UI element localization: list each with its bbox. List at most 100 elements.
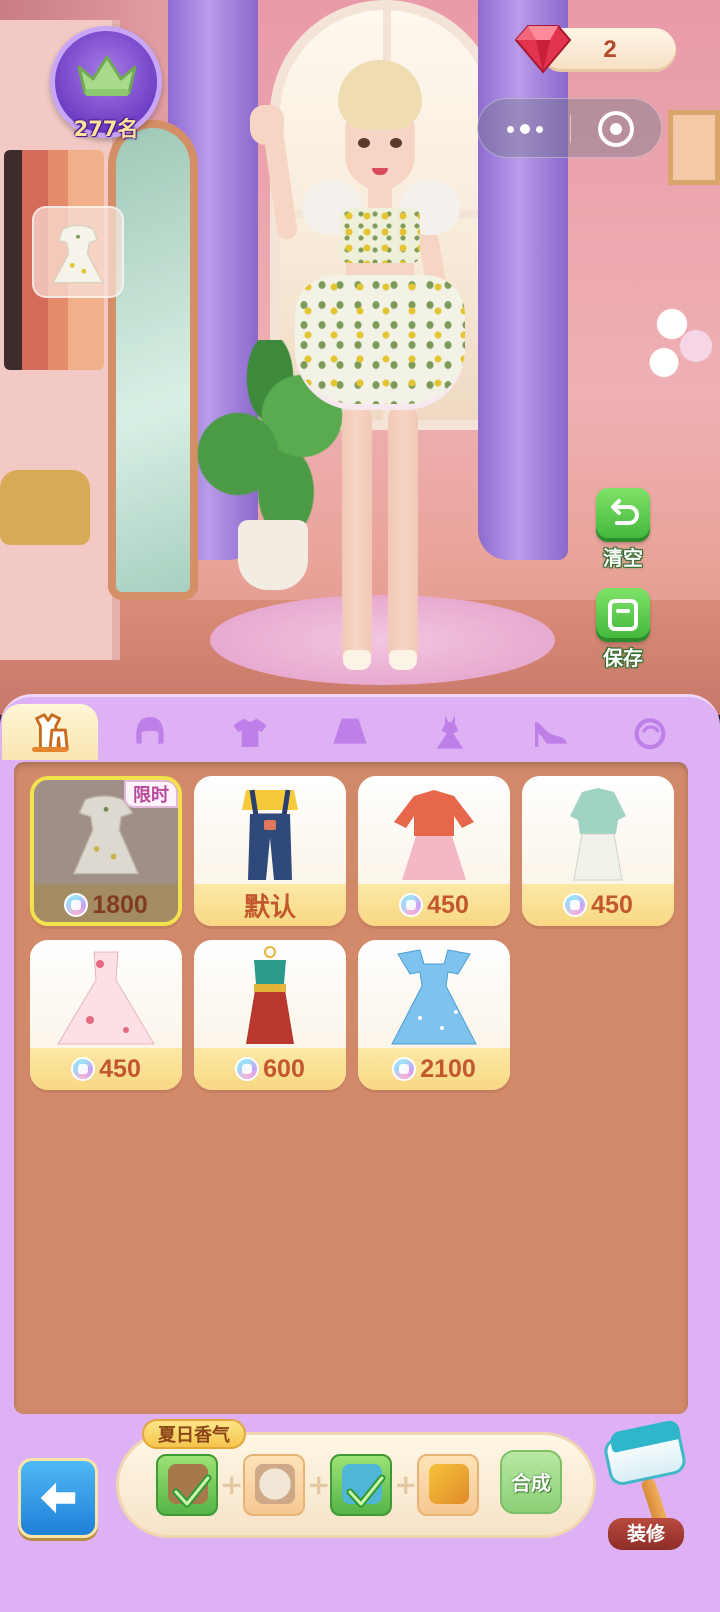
clear-button[interactable] — [596, 488, 650, 542]
hair-icon — [136, 717, 164, 744]
current-outfit-thumbnail[interactable] — [32, 206, 124, 298]
mirror — [108, 120, 198, 600]
coin-icon — [64, 893, 89, 917]
plus-icon: + — [394, 1468, 418, 1501]
craft-button[interactable]: 合成 — [500, 1450, 562, 1514]
gem-count: 2 — [603, 36, 617, 63]
item-image — [522, 776, 674, 884]
red-jacket-dress-image — [394, 790, 474, 880]
item-card-5[interactable]: 450 — [30, 940, 182, 1090]
dress-icon — [436, 715, 464, 749]
pink-gown-image — [57, 951, 155, 1045]
price-bar: 450 — [358, 884, 510, 926]
price-bar: 600 — [194, 1048, 346, 1090]
item-price: 1800 — [92, 890, 148, 919]
save-button[interactable] — [596, 588, 650, 642]
outfit-icon — [35, 713, 69, 751]
item-card-3[interactable]: 450 — [358, 776, 510, 926]
item-card-4[interactable]: 450 — [522, 776, 674, 926]
item-card-7[interactable]: 2100 — [358, 940, 510, 1090]
character-shoe-left — [343, 650, 371, 670]
character-leg-left — [342, 405, 372, 660]
craft-set-title: 夏日香气 — [142, 1419, 246, 1449]
coin-icon — [71, 1057, 96, 1081]
character-eye-right — [390, 138, 402, 148]
mini-program-capsule — [477, 98, 662, 158]
decorate-label[interactable]: 装修 — [608, 1518, 684, 1550]
more-dots-icon[interactable] — [500, 119, 550, 139]
back-button[interactable] — [18, 1458, 98, 1538]
heels-icon — [535, 722, 567, 747]
item-card-2[interactable]: 默认 — [194, 776, 346, 926]
curtain-right — [478, 0, 568, 560]
tab-hair[interactable] — [102, 704, 198, 760]
item-image — [358, 776, 510, 884]
arrow-left-icon — [40, 1482, 76, 1514]
qipao-outfit-image — [570, 788, 626, 881]
character-eye-left — [358, 138, 370, 148]
blue-gown-image — [391, 949, 477, 1045]
price-bar: 450 — [522, 884, 674, 926]
plus-icon: + — [307, 1468, 331, 1501]
tab-skirt[interactable] — [302, 704, 398, 760]
category-tabs — [0, 704, 720, 762]
rank-text: 277名 — [73, 117, 139, 141]
item-image — [194, 940, 346, 1048]
hat-material-icon[interactable] — [243, 1454, 305, 1516]
hanfu-outfit-image — [246, 946, 294, 1044]
tab-shoes[interactable] — [502, 704, 598, 760]
crown-icon — [77, 55, 137, 96]
character-avatar[interactable] — [250, 60, 480, 680]
plus-icon: + — [220, 1468, 244, 1501]
tab-outfit[interactable] — [2, 704, 98, 760]
dress-thumbnail-icon — [51, 224, 105, 284]
bottom-strip — [0, 1564, 720, 1612]
character-skirt — [295, 275, 465, 410]
hat-material-image — [255, 1464, 295, 1504]
clear-label: 清空 — [603, 546, 643, 570]
top-icon — [233, 718, 267, 747]
character-shoe-right — [389, 650, 417, 670]
character-hand-wave — [250, 105, 284, 145]
flowers — [640, 280, 720, 390]
item-image — [30, 940, 182, 1048]
wall-frame — [668, 110, 720, 185]
coin-icon — [235, 1057, 260, 1081]
checkmark-icon — [172, 1474, 212, 1508]
limited-badge: 限时 — [124, 780, 178, 808]
bag-material-icon[interactable] — [156, 1454, 218, 1516]
character-hair — [338, 60, 422, 130]
checkmark-icon — [346, 1474, 386, 1508]
price-bar: 1800 — [34, 884, 178, 922]
shoe-material-icon[interactable] — [417, 1454, 479, 1516]
coin-icon — [563, 893, 588, 917]
skirt-icon — [333, 718, 367, 744]
rank-badge[interactable]: 277名 — [50, 26, 162, 141]
character-top — [340, 208, 420, 263]
item-price: 600 — [263, 1054, 305, 1083]
gift-material-icon[interactable] — [330, 1454, 392, 1516]
handbag — [0, 470, 90, 545]
item-image — [194, 776, 346, 884]
price-bar: 450 — [30, 1048, 182, 1090]
tab-top[interactable] — [202, 704, 298, 760]
accessory-icon — [634, 718, 666, 750]
character-leg-right — [388, 405, 418, 660]
item-card-6[interactable]: 600 — [194, 940, 346, 1090]
item-card-1[interactable]: 限时 1800 — [30, 776, 182, 926]
overalls-image — [242, 789, 298, 880]
target-icon[interactable] — [598, 111, 634, 147]
item-default-label: 默认 — [243, 892, 296, 923]
item-price: 450 — [591, 890, 633, 919]
price-bar: 默认 — [194, 884, 346, 926]
coin-icon — [392, 1057, 417, 1081]
item-price: 2100 — [420, 1054, 476, 1083]
shoe-material-image — [429, 1464, 469, 1504]
capsule-divider — [570, 115, 571, 143]
price-bar: 2100 — [358, 1048, 510, 1090]
save-label: 保存 — [603, 646, 643, 670]
tab-dress[interactable] — [402, 704, 498, 760]
coin-icon — [399, 893, 424, 917]
tab-accessory[interactable] — [602, 704, 698, 760]
undo-icon — [611, 499, 639, 525]
